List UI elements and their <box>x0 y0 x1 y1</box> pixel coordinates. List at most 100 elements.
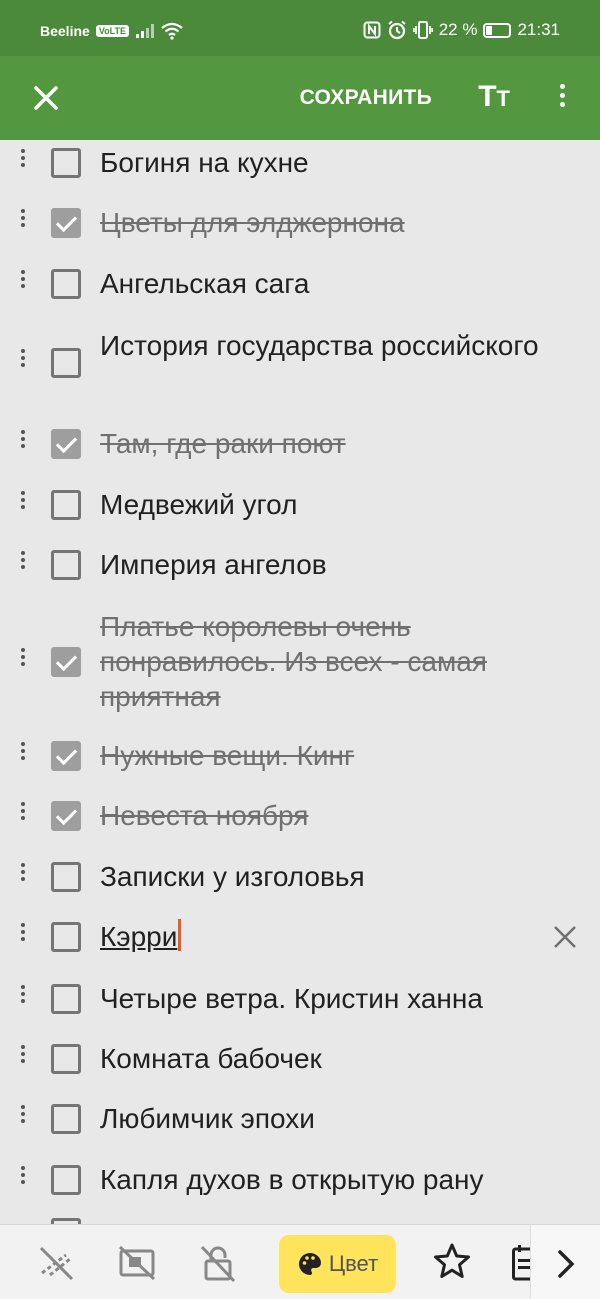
checkbox-checked[interactable] <box>51 800 81 831</box>
checkbox-unchecked[interactable] <box>51 921 81 952</box>
checklist-item: Нужные вещи. Кинг <box>0 733 600 778</box>
note-checklist-screen: Beeline VoLTE 22 % 21:31 СОХРАНИТЬ TT Бо… <box>0 0 600 1299</box>
no-sync-icon[interactable] <box>36 1243 76 1283</box>
checklist-item: Любимчик эпохи <box>0 1096 600 1141</box>
checklist-item-text[interactable]: Империя ангелов <box>100 547 540 582</box>
checklist-item: Капля духов в открытую рану <box>0 1157 600 1202</box>
drag-handle-icon[interactable] <box>18 1044 28 1063</box>
checkbox-checked[interactable] <box>51 646 81 677</box>
checklist-item: Невеста ноября <box>0 793 600 838</box>
alarm-icon <box>388 20 406 40</box>
checkbox-unchecked[interactable] <box>51 1164 81 1195</box>
checklist-item-text[interactable]: Кэрри <box>100 919 540 954</box>
color-button[interactable]: Цвет <box>279 1235 396 1293</box>
checklist-item-text[interactable]: Невеста ноября <box>100 798 540 833</box>
drag-handle-icon[interactable] <box>18 741 28 760</box>
checklist-item: Комната бабочек <box>0 1036 600 1081</box>
checkbox-unchecked[interactable] <box>51 348 81 378</box>
checkbox-unchecked[interactable] <box>51 861 81 892</box>
checkbox-unchecked[interactable] <box>51 489 81 520</box>
drag-handle-icon[interactable] <box>18 647 28 666</box>
drag-handle-icon[interactable] <box>18 984 28 1003</box>
checklist: Богиня на кухне Цветы для элджернона Ангел… <box>0 140 600 1224</box>
checklist-item-text[interactable]: Там, где раки поют <box>100 426 540 461</box>
checklist-item: Ангельская сага <box>0 261 600 306</box>
bottom-toolbar: Цвет <box>0 1224 600 1299</box>
checkbox-unchecked[interactable] <box>51 1103 81 1134</box>
close-icon[interactable] <box>28 80 64 116</box>
palette-icon <box>298 1253 321 1275</box>
checklist-item: Империя ангелов <box>0 542 600 587</box>
checklist-item: Богиня на кухне <box>0 140 600 185</box>
nfc-icon <box>363 21 381 39</box>
text-size-big-glyph: T <box>478 80 497 113</box>
checklist-item-text[interactable]: Нужные вещи. Кинг <box>100 738 540 773</box>
checkbox-checked[interactable] <box>51 740 81 771</box>
checklist-item-text[interactable]: Цветы для элджернона <box>100 205 540 240</box>
drag-handle-icon[interactable] <box>18 490 28 509</box>
text-size-small-glyph: T <box>496 86 510 111</box>
text-size-button[interactable]: TT <box>478 82 510 117</box>
checkbox-checked[interactable] <box>51 207 81 238</box>
drag-handle-icon[interactable] <box>18 349 28 367</box>
battery-percent: 22 % <box>438 20 478 39</box>
checklist-item-label: Нужные вещи. Кинг <box>100 740 355 771</box>
checkbox-unchecked[interactable] <box>51 549 81 580</box>
checklist-item-text[interactable]: Медвежий угол <box>100 487 540 522</box>
checklist-item-label: Платье королевы очень понравилось. Из вс… <box>100 611 487 712</box>
app-toolbar: СОХРАНИТЬ TT <box>0 56 600 140</box>
checklist-item-label: Записки у изголовья <box>100 861 365 892</box>
checklist-item-text[interactable]: Комната бабочек <box>100 1041 540 1076</box>
color-button-label: Цвет <box>328 1251 379 1276</box>
drag-handle-icon[interactable] <box>18 429 28 448</box>
checklist-item-label: Невеста ноября <box>100 800 309 831</box>
checklist-item-text[interactable]: Записки у изголовья <box>100 859 540 894</box>
checklist-item-text[interactable]: Платье королевы очень понравилось. Из вс… <box>100 609 540 714</box>
delete-item-icon[interactable] <box>550 922 580 952</box>
checklist-item: Четыре ветра. Кристин ханна <box>0 976 600 1021</box>
checklist-item-text[interactable]: Любимчик эпохи <box>100 1101 540 1136</box>
checkbox-checked[interactable] <box>51 428 81 459</box>
checklist-item-label: Капля духов в открытую рану <box>100 1164 484 1195</box>
checklist-item-text[interactable]: Капля духов в открытую рану <box>100 1162 540 1197</box>
checklist-item-text[interactable]: Ангельская сага <box>100 266 540 301</box>
drag-handle-icon[interactable] <box>18 922 28 941</box>
signal-icon <box>135 24 154 38</box>
no-pin-icon[interactable] <box>117 1243 157 1283</box>
checklist-item-label: Любимчик эпохи <box>100 1103 315 1134</box>
checklist-item: Там, где раки поют <box>0 421 600 466</box>
wifi-icon <box>161 22 183 40</box>
checkbox-unchecked[interactable] <box>51 1043 81 1074</box>
battery-icon <box>483 22 512 38</box>
checklist-item-label: История государства российского <box>100 330 539 361</box>
drag-handle-icon[interactable] <box>18 862 28 881</box>
drag-handle-icon[interactable] <box>18 1165 28 1184</box>
more-vert-icon[interactable] <box>550 84 574 116</box>
checkbox-unchecked[interactable] <box>51 147 81 178</box>
status-right: 22 % 21:31 <box>363 20 560 40</box>
drag-handle-icon[interactable] <box>18 269 28 288</box>
star-icon[interactable] <box>432 1241 472 1288</box>
checklist-item-label: Комната бабочек <box>100 1043 322 1074</box>
calendar-icon[interactable] <box>512 1243 532 1283</box>
drag-handle-icon[interactable] <box>18 208 28 227</box>
battery-fill <box>486 25 492 35</box>
checklist-item-text[interactable]: История государства российского <box>100 328 540 363</box>
checklist-item-text[interactable]: Богиня на кухне <box>100 145 540 180</box>
status-left: Beeline VoLTE <box>40 22 183 40</box>
checkbox-unchecked[interactable] <box>51 268 81 299</box>
volte-badge: VoLTE <box>95 25 129 37</box>
drag-handle-icon[interactable] <box>18 801 28 820</box>
drag-handle-icon[interactable] <box>18 1104 28 1123</box>
checklist-item: Медвежий угол <box>0 482 600 527</box>
checklist-item-label: Кэрри <box>100 921 178 952</box>
chevron-right-icon[interactable] <box>530 1225 600 1299</box>
save-button[interactable]: СОХРАНИТЬ <box>300 86 432 110</box>
checkbox-unchecked[interactable] <box>51 983 81 1014</box>
text-cursor <box>178 919 182 951</box>
checklist-item-label: Цветы для элджернона <box>100 207 405 238</box>
drag-handle-icon[interactable] <box>18 148 28 167</box>
drag-handle-icon[interactable] <box>18 550 28 569</box>
checklist-item-text[interactable]: Четыре ветра. Кристин ханна <box>100 981 540 1016</box>
unlock-icon[interactable] <box>198 1243 238 1283</box>
